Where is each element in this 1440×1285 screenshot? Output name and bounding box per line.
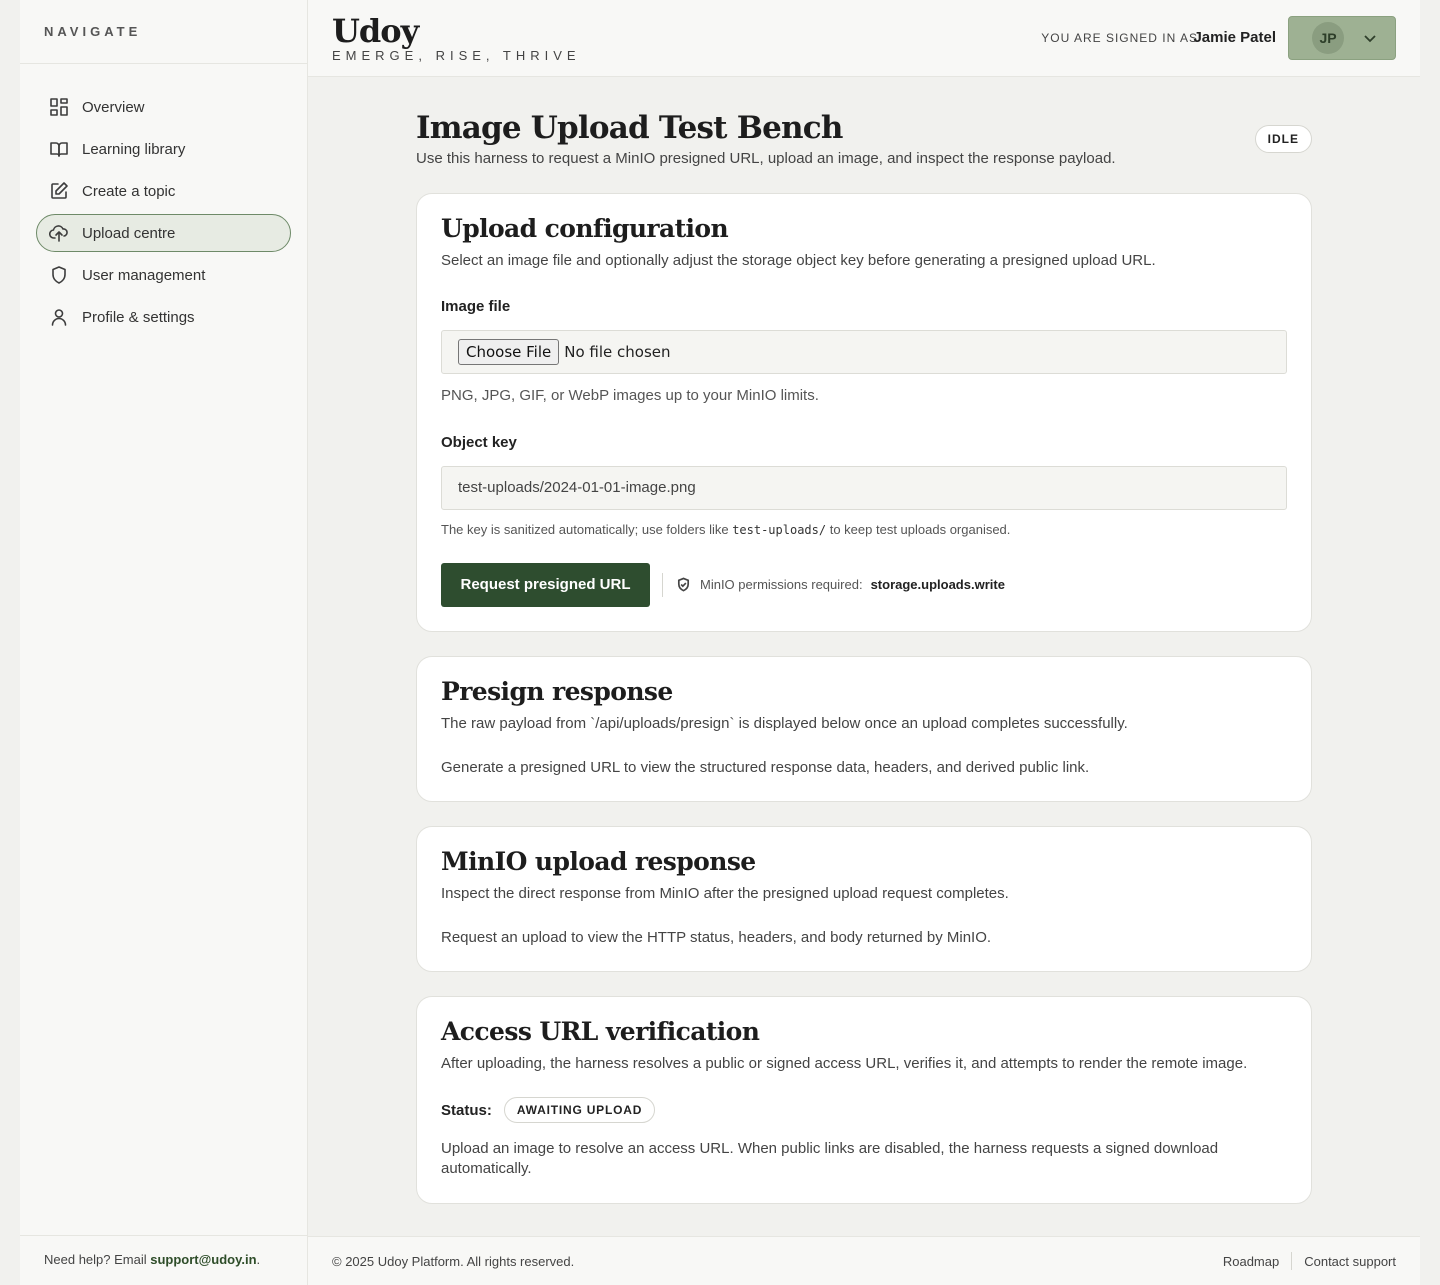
presign-response-card: Presign response The raw payload from `/… (416, 656, 1312, 802)
user-name: Jamie Patel (1193, 29, 1276, 46)
sidebar-item-label: Learning library (82, 140, 186, 158)
empty-state: Request an upload to view the HTTP statu… (441, 929, 992, 946)
status-row: Status: AWAITING UPLOAD (441, 1097, 656, 1123)
request-presigned-url-button[interactable]: Request presigned URL (441, 563, 650, 607)
sidebar: NAVIGATE Overview Learning library Creat… (20, 0, 308, 1285)
edit-icon (51, 182, 68, 199)
shield-check-icon (677, 577, 690, 592)
image-file-input[interactable]: Choose File No file chosen (441, 330, 1287, 374)
image-file-label: Image file (441, 298, 511, 315)
object-key-input[interactable]: test-uploads/2024-01-01-image.png (441, 466, 1287, 510)
book-icon (50, 142, 68, 157)
sidebar-item-label: Upload centre (82, 224, 176, 242)
hint-code: test-uploads/ (732, 523, 827, 537)
status-badge: IDLE (1254, 125, 1312, 153)
shield-icon (52, 266, 66, 284)
page-subtitle: Use this harness to request a MinIO pres… (416, 150, 1116, 167)
file-hint: PNG, JPG, GIF, or WebP images up to your… (441, 387, 819, 404)
footer-links: Roadmap Contact support (1223, 1252, 1396, 1270)
support-email-link[interactable]: support@udoy.in (150, 1252, 256, 1267)
sidebar-item-overview[interactable]: Overview (36, 88, 291, 126)
minio-response-card: MinIO upload response Inspect the direct… (416, 826, 1312, 972)
help-suffix: . (256, 1252, 261, 1267)
verification-note: Upload an image to resolve an access URL… (441, 1140, 1219, 1177)
footer: © 2025 Udoy Platform. All rights reserve… (308, 1236, 1420, 1285)
signed-in-label: YOU ARE SIGNED IN AS (1041, 31, 1198, 45)
sidebar-heading: NAVIGATE (20, 0, 307, 64)
object-key-label: Object key (441, 434, 517, 451)
grid-icon (50, 98, 68, 116)
choose-file-button[interactable]: Choose File (458, 339, 560, 365)
sidebar-nav: Overview Learning library Create a topic… (20, 64, 307, 336)
contact-support-link[interactable]: Contact support (1304, 1254, 1396, 1269)
access-verification-card: Access URL verification After uploading,… (416, 996, 1312, 1204)
object-key-hint: The key is sanitized automatically; use … (441, 522, 1010, 537)
sidebar-item-learning-library[interactable]: Learning library (36, 130, 291, 168)
page-title: Image Upload Test Bench (416, 110, 843, 146)
sidebar-item-profile-settings[interactable]: Profile & settings (36, 298, 291, 336)
upload-config-card: Upload configuration Select an image fil… (416, 193, 1312, 632)
card-description: Select an image file and optionally adju… (441, 252, 1156, 269)
sidebar-item-label: Profile & settings (82, 308, 195, 326)
card-title: MinIO upload response (441, 847, 756, 876)
user-icon (51, 309, 67, 326)
brand-tagline: EMERGE, RISE, THRIVE (332, 48, 581, 63)
sidebar-item-create-topic[interactable]: Create a topic (36, 172, 291, 210)
roadmap-link[interactable]: Roadmap (1223, 1254, 1279, 1269)
card-description: Inspect the direct response from MinIO a… (441, 885, 1009, 902)
brand-logo[interactable]: Udoy (332, 12, 419, 50)
cloud-upload-icon (49, 225, 68, 242)
card-title: Access URL verification (441, 1017, 760, 1046)
help-text: Need help? Email (44, 1252, 151, 1267)
divider (662, 573, 663, 597)
hint-text-end: to keep test uploads organised. (826, 522, 1011, 537)
divider (1291, 1252, 1293, 1270)
card-title: Upload configuration (441, 214, 729, 243)
sidebar-help: Need help? Email support@udoy.in. (20, 1235, 307, 1285)
card-title: Presign response (441, 677, 673, 706)
permission-value: storage.uploads.write (870, 577, 1005, 592)
status-badge: AWAITING UPLOAD (503, 1097, 656, 1123)
sidebar-item-user-management[interactable]: User management (36, 256, 291, 294)
permissions-note: MinIO permissions required: storage.uplo… (676, 577, 1005, 592)
sidebar-item-label: User management (82, 266, 206, 284)
sidebar-item-label: Create a topic (82, 182, 176, 200)
copyright: © 2025 Udoy Platform. All rights reserve… (332, 1254, 575, 1269)
sidebar-item-upload-centre[interactable]: Upload centre (36, 214, 291, 252)
avatar: JP (1312, 22, 1344, 54)
card-description: After uploading, the harness resolves a … (441, 1055, 1248, 1072)
user-menu-button[interactable]: JP (1288, 16, 1396, 60)
permission-label: MinIO permissions required: (700, 577, 863, 592)
chevron-down-icon (1364, 35, 1376, 43)
top-header: Udoy EMERGE, RISE, THRIVE YOU ARE SIGNED… (308, 0, 1420, 77)
file-status: No file chosen (564, 343, 671, 361)
sidebar-item-label: Overview (82, 98, 145, 116)
hint-text: The key is sanitized automatically; use … (441, 522, 733, 537)
status-label: Status: (441, 1101, 492, 1119)
empty-state: Generate a presigned URL to view the str… (441, 759, 1090, 776)
card-description: The raw payload from `/api/uploads/presi… (441, 715, 1128, 732)
